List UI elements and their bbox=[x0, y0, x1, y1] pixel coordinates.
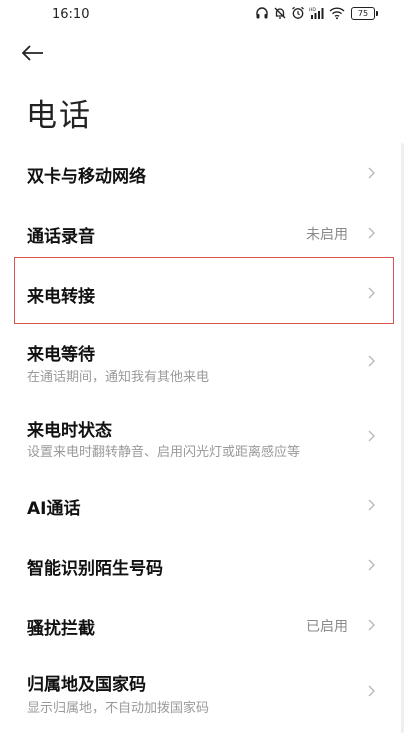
setting-title: 来电等待 bbox=[27, 345, 95, 365]
setting-value: 未启用 bbox=[306, 227, 348, 243]
setting-title: AI通话 bbox=[27, 499, 81, 519]
back-button[interactable] bbox=[21, 38, 58, 72]
setting-harassment-blocking[interactable]: 骚扰拦截 已启用 bbox=[0, 596, 408, 656]
headphone-icon bbox=[255, 6, 269, 20]
battery-icon: 75 bbox=[351, 6, 378, 20]
setting-dual-sim[interactable]: 双卡与移动网络 bbox=[0, 143, 408, 203]
settings-list: 双卡与移动网络 通话录音 未启用 来电转接 来电等待 在通话期间，通知我有其他来… bbox=[0, 143, 408, 725]
status-time: 16:10 bbox=[52, 7, 90, 22]
setting-incoming-call-status[interactable]: 来电时状态 设置来电时翻转静音、启用闪光灯或距离感应等 bbox=[0, 398, 408, 478]
svg-text:HD: HD bbox=[309, 7, 316, 13]
signal-icon: HD bbox=[309, 6, 325, 20]
setting-subtitle: 在通话期间，通知我有其他来电 bbox=[27, 370, 210, 385]
setting-title: 双卡与移动网络 bbox=[27, 167, 146, 187]
setting-title: 通话录音 bbox=[27, 227, 95, 247]
setting-title: 归属地及国家码 bbox=[27, 675, 146, 695]
setting-subtitle: 设置来电时翻转静音、启用闪光灯或距离感应等 bbox=[27, 445, 301, 460]
chevron-right-icon bbox=[368, 167, 375, 179]
setting-caller-location-country-code[interactable]: 归属地及国家码 显示归属地，不自动加拨国家码 bbox=[0, 656, 408, 725]
setting-ai-call[interactable]: AI通话 bbox=[0, 478, 408, 536]
back-arrow-icon bbox=[21, 45, 44, 65]
scrollbar[interactable] bbox=[401, 143, 404, 733]
mute-bell-icon bbox=[273, 6, 287, 20]
battery-level: 75 bbox=[351, 6, 375, 20]
status-icons: HD 75 bbox=[255, 6, 378, 20]
chevron-right-icon bbox=[368, 559, 375, 571]
setting-title: 来电时状态 bbox=[27, 421, 112, 441]
alarm-icon bbox=[291, 6, 305, 20]
chevron-right-icon bbox=[368, 430, 375, 442]
setting-title: 骚扰拦截 bbox=[27, 619, 95, 639]
chevron-right-icon bbox=[368, 685, 375, 697]
setting-call-forwarding[interactable]: 来电转接 bbox=[0, 263, 408, 323]
setting-call-waiting[interactable]: 来电等待 在通话期间，通知我有其他来电 bbox=[0, 323, 408, 398]
status-bar: 16:10 HD 75 bbox=[0, 0, 408, 30]
wifi-icon bbox=[329, 6, 345, 20]
chevron-right-icon bbox=[368, 227, 375, 239]
setting-subtitle: 显示归属地，不自动加拨国家码 bbox=[27, 701, 210, 716]
setting-title: 智能识别陌生号码 bbox=[27, 559, 163, 579]
setting-call-recording[interactable]: 通话录音 未启用 bbox=[0, 203, 408, 263]
setting-identify-unknown-numbers[interactable]: 智能识别陌生号码 bbox=[0, 536, 408, 596]
chevron-right-icon bbox=[368, 355, 375, 367]
chevron-right-icon bbox=[368, 287, 375, 299]
page-title: 电话 bbox=[26, 98, 92, 134]
chevron-right-icon bbox=[368, 499, 375, 511]
setting-title: 来电转接 bbox=[27, 287, 95, 307]
chevron-right-icon bbox=[368, 619, 375, 631]
setting-value: 已启用 bbox=[306, 619, 348, 635]
